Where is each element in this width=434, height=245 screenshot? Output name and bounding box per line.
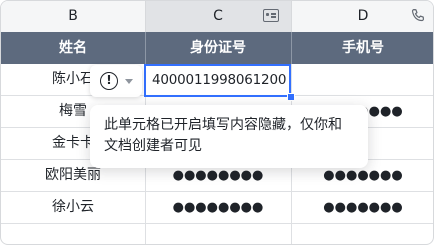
cell-phone[interactable] <box>291 224 433 244</box>
selected-cell-value: 4000011998061200 <box>152 72 287 88</box>
column-letter-b[interactable]: B <box>1 1 145 32</box>
table-header-row: 姓名 身份证号 手机号 <box>1 32 433 64</box>
column-header-bar: B C D <box>1 1 433 33</box>
caret-down-icon <box>125 79 133 84</box>
header-cell-phone[interactable]: 手机号 <box>291 32 433 64</box>
header-divider <box>145 32 146 64</box>
id-card-icon[interactable] <box>263 9 279 22</box>
cell-id-number[interactable]: ●●●●●●●● <box>145 192 291 224</box>
selected-cell[interactable]: 4000011998061200 <box>144 64 291 97</box>
phone-icon[interactable] <box>409 7 427 25</box>
hidden-content-alert-button[interactable]: ! <box>90 65 142 97</box>
cell-phone[interactable]: ●●●●●●● <box>291 192 433 224</box>
cell-name[interactable] <box>1 224 145 244</box>
header-cell-name[interactable]: 姓名 <box>1 32 145 64</box>
table-row <box>1 224 433 244</box>
tooltip-text-line-2: 文档创建者可见 <box>104 138 202 154</box>
cell-name[interactable]: 徐小云 <box>1 192 145 224</box>
column-divider <box>145 1 146 32</box>
table-row: 徐小云 ●●●●●●●● ●●●●●●● <box>1 192 433 224</box>
cell-id-number[interactable] <box>145 224 291 244</box>
header-divider <box>291 32 292 64</box>
fill-handle[interactable] <box>287 93 295 101</box>
spreadsheet: B C D 姓名 身份证号 手机号 陈小石 梅雪 ●●●●●●● 金卡卡 欧阳美… <box>0 0 434 245</box>
column-divider <box>291 1 292 32</box>
cell-phone[interactable] <box>291 64 433 96</box>
header-cell-id-number[interactable]: 身份证号 <box>145 32 291 64</box>
exclamation-circle-icon: ! <box>100 72 118 90</box>
hidden-content-tooltip: 此单元格已开启填写内容隐藏，仅你和 文档创建者可见 <box>90 105 368 168</box>
tooltip-text-line-1: 此单元格已开启填写内容隐藏，仅你和 <box>104 117 342 133</box>
